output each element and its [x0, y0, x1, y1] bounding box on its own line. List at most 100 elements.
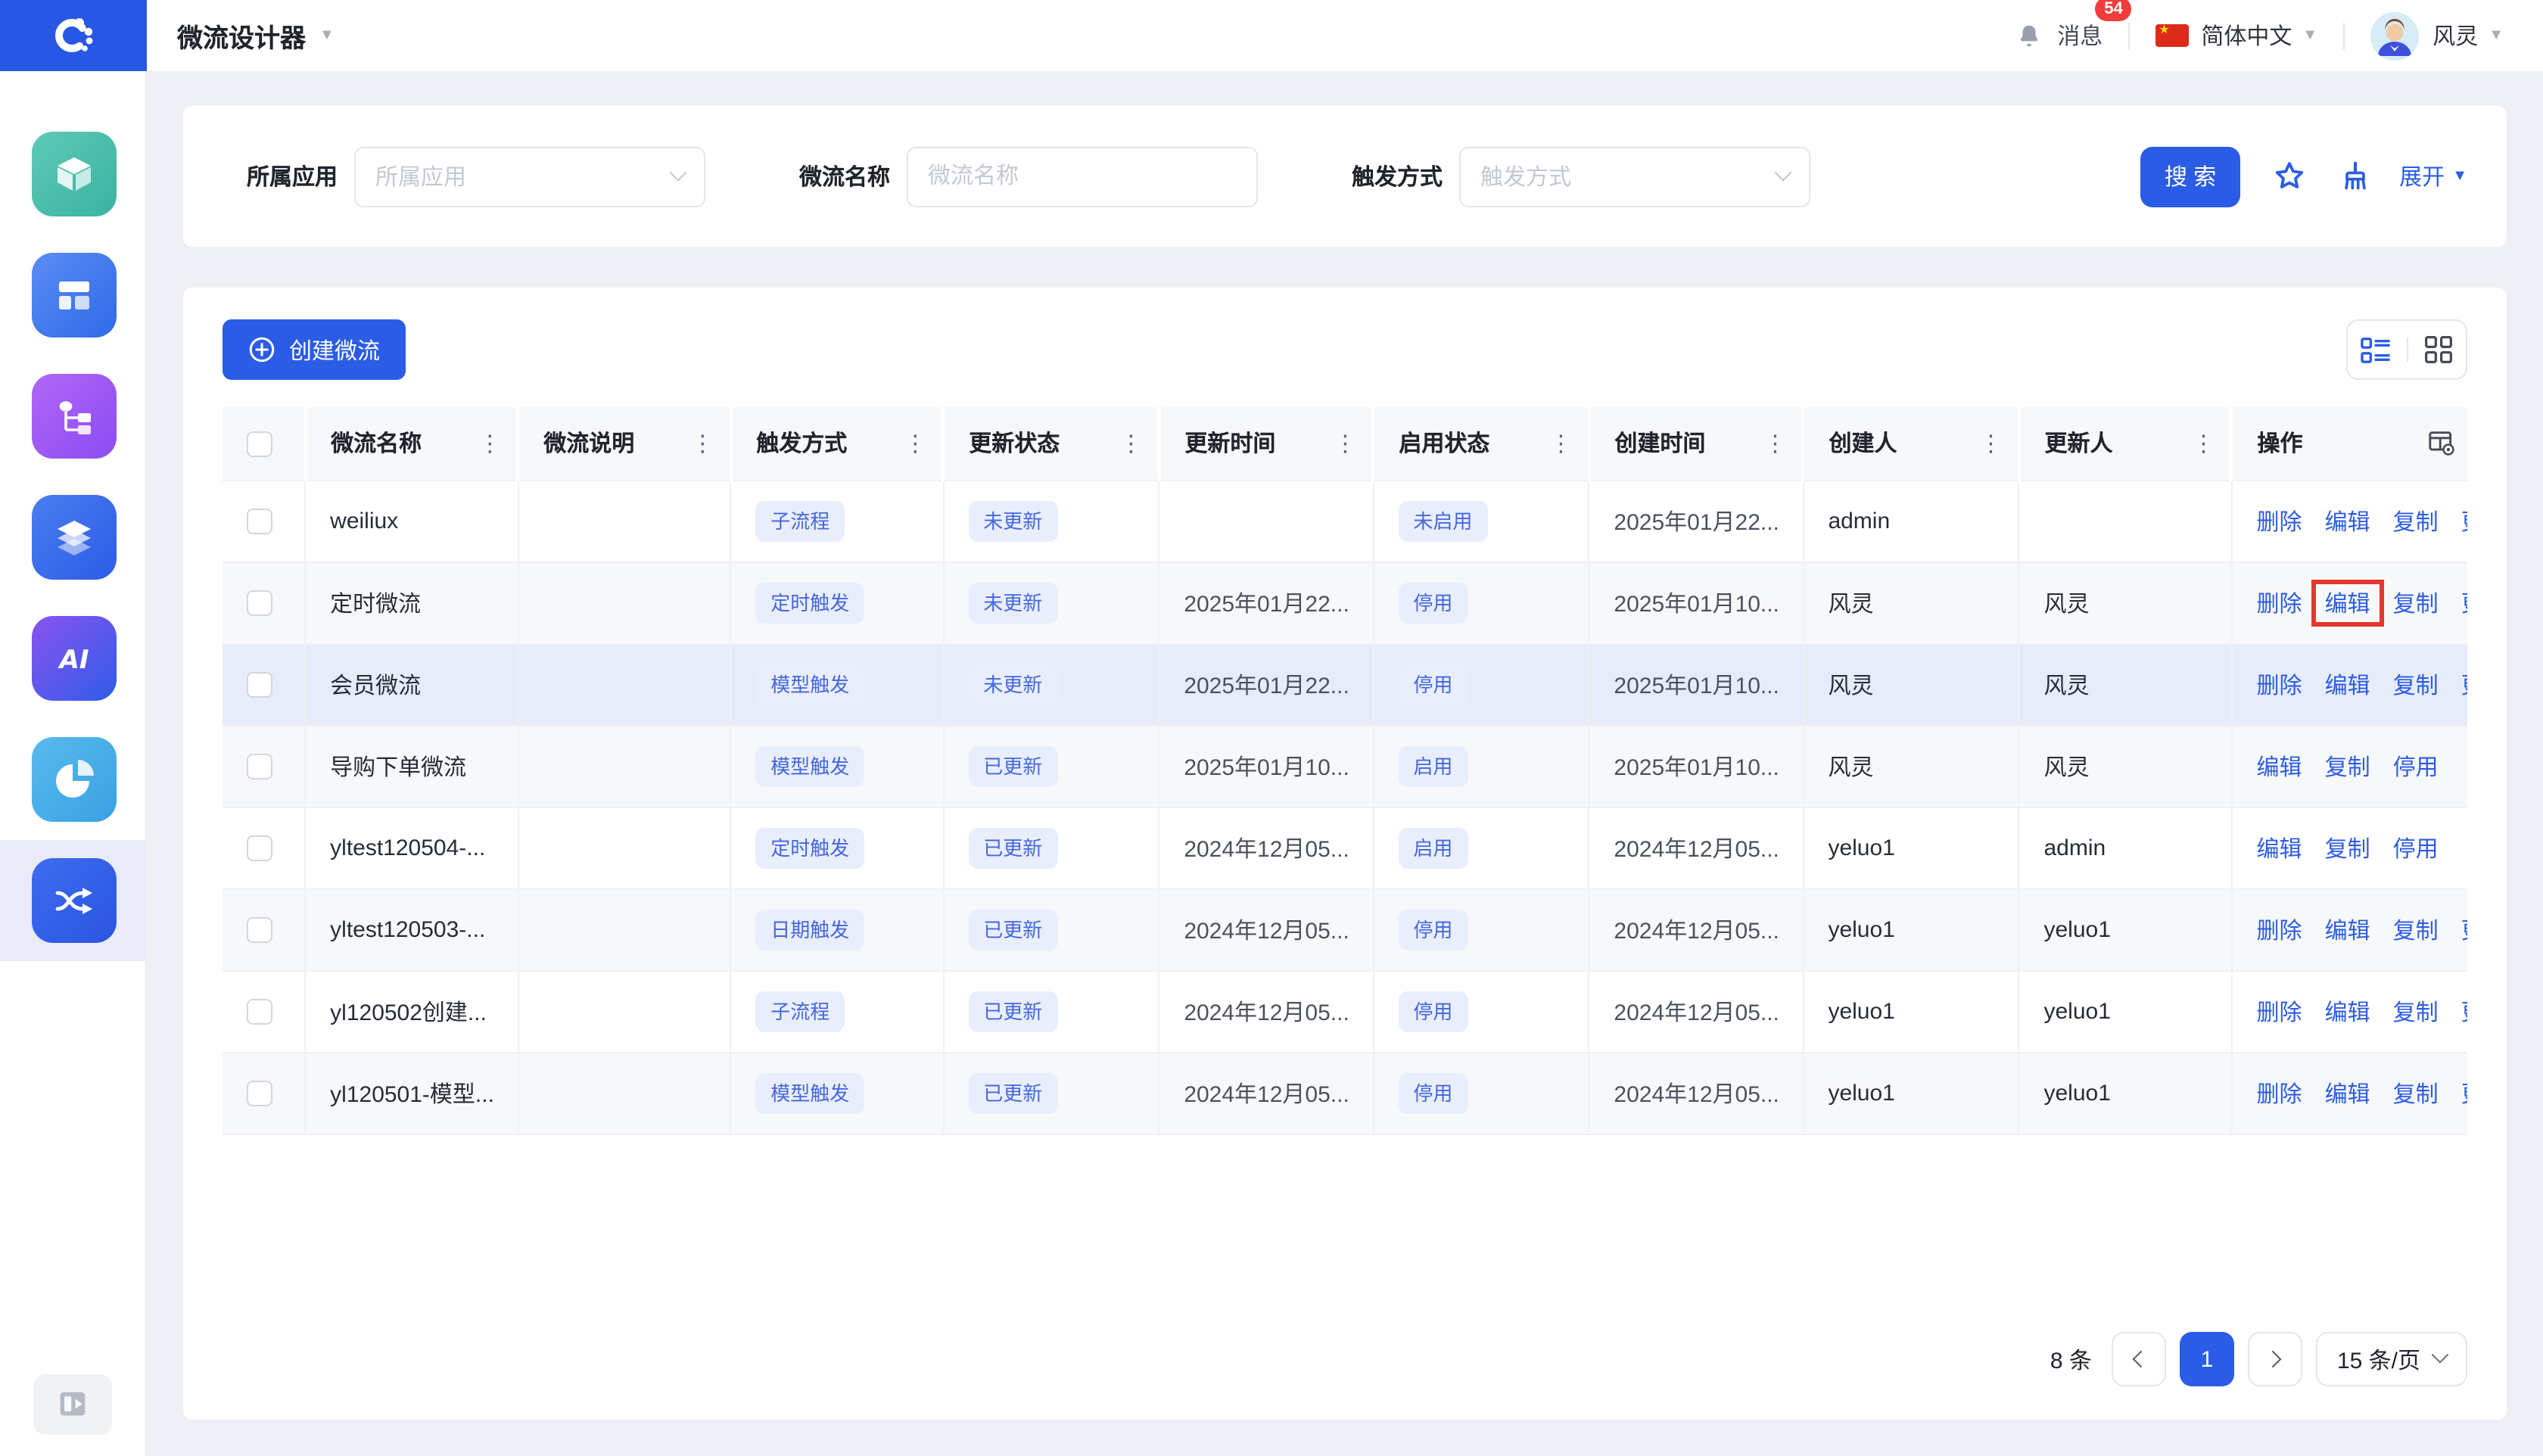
- row-checkbox[interactable]: [247, 590, 272, 616]
- more-link[interactable]: 更: [2461, 918, 2467, 944]
- search-button[interactable]: 搜 索: [2140, 146, 2240, 207]
- column-menu-icon[interactable]: ⋮: [691, 430, 714, 457]
- clear-button[interactable]: [2339, 159, 2372, 194]
- column-menu-icon[interactable]: ⋮: [2193, 430, 2215, 457]
- column-menu-icon[interactable]: ⋮: [1549, 430, 1572, 457]
- delete-link[interactable]: 删除: [2257, 591, 2302, 617]
- cell-select: [223, 807, 305, 888]
- copy-link[interactable]: 复制: [2393, 1081, 2439, 1107]
- list-view-button[interactable]: [2360, 335, 2392, 364]
- copy-link[interactable]: 复制: [2325, 754, 2370, 780]
- delete-link[interactable]: 删除: [2257, 1081, 2302, 1107]
- edit-link[interactable]: 编辑: [2325, 918, 2370, 944]
- col-header-name: 微流名称 ⋮: [305, 407, 518, 480]
- col-label: 微流名称: [331, 432, 422, 458]
- avatar[interactable]: [2370, 11, 2419, 60]
- copy-link[interactable]: 复制: [2393, 918, 2439, 944]
- column-menu-icon[interactable]: ⋮: [1334, 430, 1356, 457]
- cell-trigger: 模型触发: [730, 643, 943, 725]
- edit-link[interactable]: 编辑: [2325, 673, 2370, 698]
- sidebar-item-page-design[interactable]: [0, 235, 147, 356]
- expand-toggle[interactable]: 展开 ▼: [2399, 160, 2467, 192]
- edit-link[interactable]: 编辑: [2257, 836, 2302, 862]
- row-checkbox[interactable]: [247, 1081, 272, 1106]
- enable-status-tag: 未启用: [1398, 500, 1487, 541]
- edit-link[interactable]: 编辑: [2325, 591, 2370, 617]
- flow-name-input[interactable]: [907, 146, 1258, 207]
- update-status-tag: 已更新: [968, 745, 1057, 786]
- column-menu-icon[interactable]: ⋮: [1980, 430, 2003, 457]
- chevron-down-icon[interactable]: ▼: [2489, 27, 2504, 44]
- sidebar-collapse-button[interactable]: [33, 1374, 112, 1435]
- chevron-down-icon[interactable]: ▼: [319, 27, 335, 44]
- row-checkbox[interactable]: [247, 509, 272, 534]
- sidebar-item-flow-chart[interactable]: [0, 356, 147, 477]
- cell-updater: 风灵: [2019, 725, 2232, 807]
- row-checkbox[interactable]: [247, 672, 272, 698]
- copy-link[interactable]: 复制: [2393, 509, 2439, 535]
- star-icon: [2272, 159, 2307, 194]
- next-page-button[interactable]: [2248, 1332, 2302, 1386]
- flow-table: 微流名称⋮微流说明⋮触发方式⋮更新状态⋮更新时间⋮启用状态⋮创建时间⋮创建人⋮更…: [223, 407, 2467, 1134]
- sidebar-item-ai[interactable]: AI: [0, 598, 147, 719]
- cell-enable-status: 启用: [1373, 807, 1589, 888]
- column-settings-button[interactable]: [2428, 431, 2455, 456]
- delete-link[interactable]: 删除: [2257, 673, 2302, 698]
- svg-text:AI: AI: [57, 645, 89, 675]
- trigger-select[interactable]: 触发方式: [1459, 146, 1810, 207]
- favorite-button[interactable]: [2272, 159, 2307, 194]
- col-label: 创建人: [1829, 432, 1897, 458]
- column-menu-icon[interactable]: ⋮: [1763, 430, 1786, 457]
- cell-description: [518, 970, 730, 1052]
- cell-select: [223, 562, 305, 643]
- row-checkbox[interactable]: [247, 754, 272, 779]
- create-flow-button[interactable]: 创建微流: [223, 319, 406, 380]
- cell-description: [518, 562, 730, 643]
- more-link[interactable]: 更: [2461, 1081, 2467, 1107]
- edit-link[interactable]: 编辑: [2325, 1000, 2370, 1025]
- edit-link[interactable]: 编辑: [2325, 1081, 2370, 1107]
- app-logo[interactable]: [0, 0, 147, 71]
- row-checkbox[interactable]: [247, 917, 272, 943]
- more-link[interactable]: 更: [2461, 673, 2467, 698]
- page-size-select[interactable]: 15 条/页: [2316, 1332, 2467, 1386]
- app-select[interactable]: 所属应用: [354, 146, 705, 207]
- copy-link[interactable]: 复制: [2393, 591, 2439, 617]
- copy-link[interactable]: 复制: [2325, 836, 2370, 862]
- cell-select: [223, 725, 305, 807]
- prev-page-button[interactable]: [2112, 1332, 2166, 1386]
- more-link[interactable]: 更: [2461, 1000, 2467, 1025]
- header-divider: [2128, 22, 2130, 49]
- messages-link[interactable]: 消息 54: [2057, 20, 2103, 51]
- column-menu-icon[interactable]: ⋮: [478, 430, 501, 457]
- delete-link[interactable]: 删除: [2257, 918, 2302, 944]
- grid-view-button[interactable]: [2423, 334, 2454, 365]
- disable-link[interactable]: 停用: [2393, 754, 2439, 780]
- edit-link[interactable]: 编辑: [2325, 509, 2370, 535]
- more-link[interactable]: 更: [2461, 509, 2467, 535]
- copy-link[interactable]: 复制: [2393, 673, 2439, 698]
- bell-icon[interactable]: [2015, 20, 2043, 51]
- language-selector[interactable]: 简体中文: [2201, 20, 2292, 51]
- row-checkbox[interactable]: [247, 999, 272, 1025]
- column-menu-icon[interactable]: ⋮: [1119, 430, 1142, 457]
- edit-link[interactable]: 编辑: [2257, 754, 2302, 780]
- sidebar-item-app-center[interactable]: [0, 114, 147, 235]
- username[interactable]: 风灵: [2433, 20, 2478, 51]
- cell-description: [518, 725, 730, 807]
- delete-link[interactable]: 删除: [2257, 509, 2302, 535]
- cell-name: 导购下单微流: [305, 725, 518, 807]
- sidebar-item-model-layers[interactable]: [0, 477, 147, 598]
- chevron-down-icon[interactable]: ▼: [2302, 27, 2317, 44]
- row-checkbox[interactable]: [247, 835, 272, 861]
- sidebar-item-micro-flow[interactable]: [0, 840, 147, 961]
- sidebar-item-analytics[interactable]: [0, 719, 147, 840]
- panel-toggle-icon: [56, 1389, 89, 1420]
- column-menu-icon[interactable]: ⋮: [904, 430, 926, 457]
- delete-link[interactable]: 删除: [2257, 1000, 2302, 1025]
- more-link[interactable]: 更: [2461, 591, 2467, 617]
- disable-link[interactable]: 停用: [2393, 836, 2439, 862]
- select-all-checkbox[interactable]: [247, 431, 272, 456]
- copy-link[interactable]: 复制: [2393, 1000, 2439, 1025]
- current-page[interactable]: 1: [2180, 1332, 2234, 1386]
